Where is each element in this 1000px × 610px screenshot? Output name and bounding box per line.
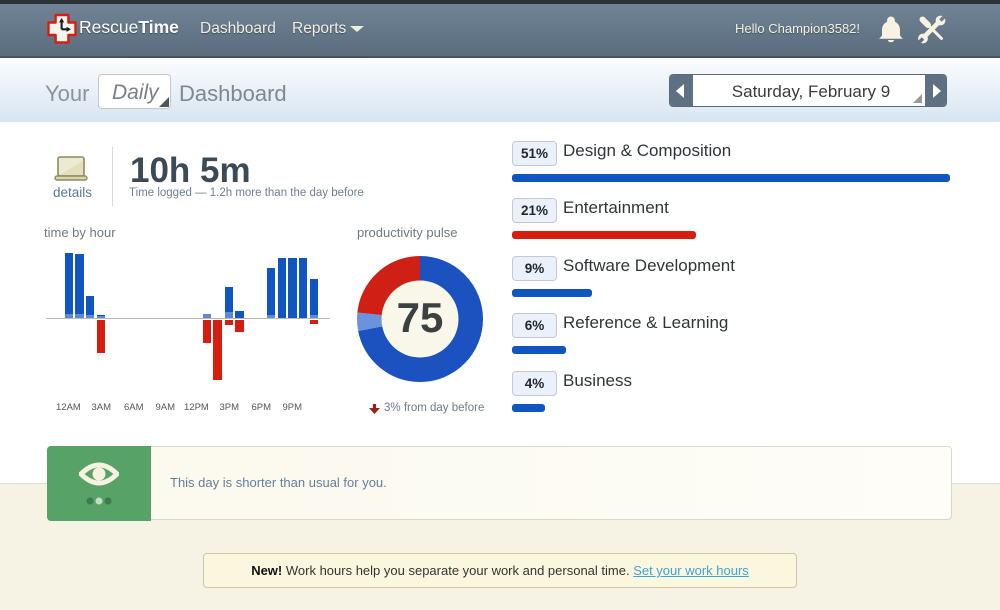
svg-text:75: 75 [397, 294, 444, 341]
